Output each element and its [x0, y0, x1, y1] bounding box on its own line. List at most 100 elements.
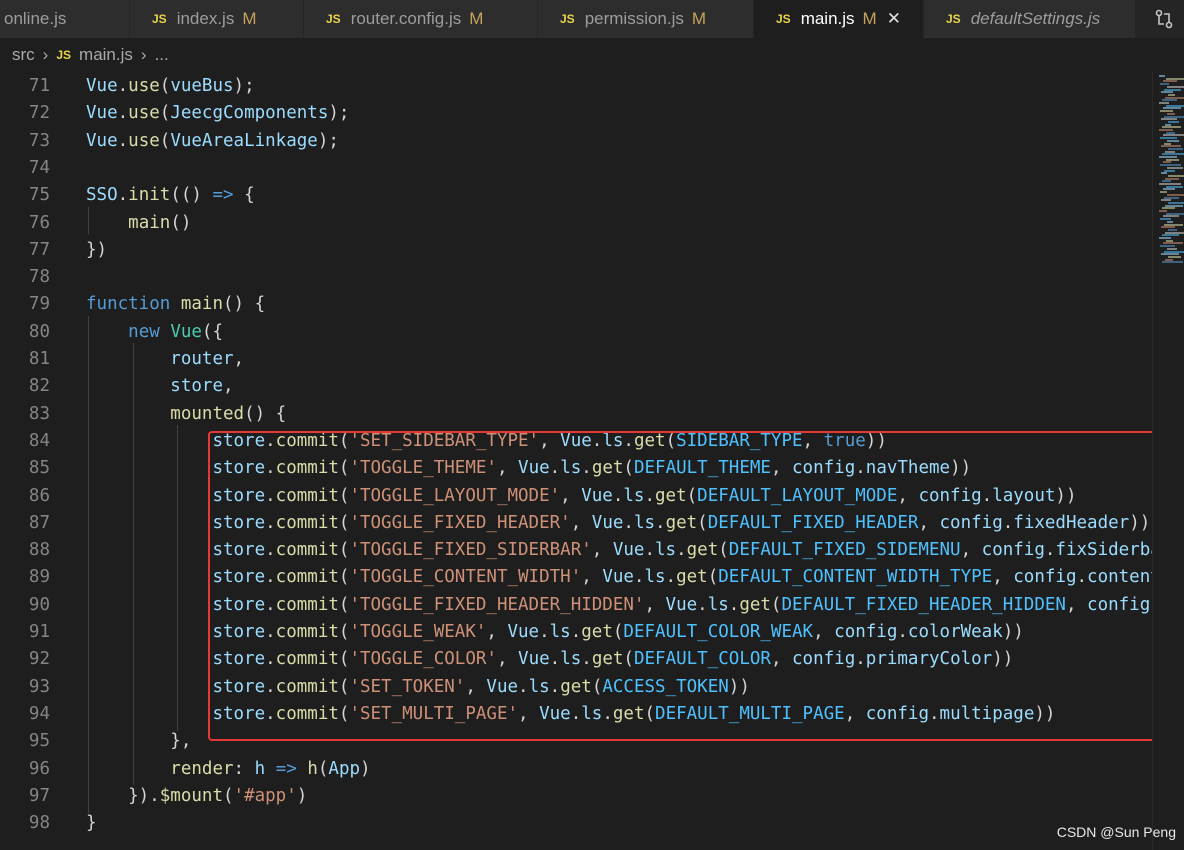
code-token: Vue	[86, 103, 118, 124]
code-token: =>	[275, 758, 297, 779]
minimap-line	[1164, 88, 1181, 91]
minimap-line	[1165, 150, 1175, 153]
line-number: 98	[28, 813, 50, 834]
modified-indicator: M	[469, 9, 484, 28]
code-token: (()	[170, 185, 213, 206]
minimap-line	[1164, 142, 1171, 145]
code-token: () {	[223, 294, 266, 315]
line-number: 85	[28, 458, 50, 479]
tab-main-js[interactable]: JS main.js M ✕	[754, 0, 924, 38]
minimap-line	[1168, 147, 1183, 150]
code-token: (	[222, 785, 234, 806]
code-line: 74	[0, 155, 1152, 182]
code-token: },	[86, 731, 192, 752]
code-text: main()	[86, 210, 191, 237]
minimap-line	[1159, 183, 1181, 185]
minimap-line	[1168, 174, 1184, 177]
code-token: use	[128, 103, 160, 124]
line-number: 87	[28, 512, 50, 533]
tab-permission-js[interactable]: JS permission.js M	[538, 0, 754, 38]
code-token: main	[128, 212, 171, 233]
code-token: .	[117, 76, 129, 96]
modified-indicator: M	[862, 9, 877, 28]
tab-label: index.js	[176, 9, 235, 28]
minimap-line	[1161, 172, 1167, 175]
minimap-line	[1167, 166, 1183, 169]
code-line: 82 store,	[0, 373, 1152, 400]
code-token: )	[360, 758, 371, 779]
tab-router-config-js[interactable]: JS router.config.js M	[304, 0, 538, 38]
code-token: '#app'	[233, 785, 297, 806]
code-token: .	[117, 103, 129, 124]
code-line: 71 Vue.use(vueBus);	[0, 73, 1152, 100]
line-number: 78	[28, 267, 50, 288]
breadcrumb-file[interactable]: main.js	[79, 45, 133, 65]
line-number: 75	[28, 185, 50, 206]
code-token: main	[180, 294, 223, 315]
code-text: store,	[86, 373, 233, 400]
breadcrumb-more[interactable]: ...	[155, 45, 169, 65]
tab-online-js[interactable]: online.js	[0, 0, 130, 38]
js-file-icon: JS	[776, 12, 791, 26]
line-number: 86	[28, 485, 50, 506]
minimap-line	[1168, 201, 1184, 204]
js-file-icon: JS	[560, 12, 575, 26]
minimap[interactable]	[1152, 71, 1184, 850]
code-line: 96 render: h => h(App)	[0, 756, 1152, 783]
tab-defaultSettings-js[interactable]: JS defaultSettings.js	[924, 0, 1136, 38]
code-token: App	[328, 758, 361, 779]
close-icon[interactable]: ✕	[887, 9, 901, 29]
code-text: Vue.use(JeecgComponents);	[86, 100, 349, 127]
code-token: {	[233, 185, 255, 206]
minimap-line	[1159, 156, 1177, 158]
code-text: Vue.use(vueBus);	[86, 73, 255, 100]
minimap-line	[1161, 199, 1171, 202]
minimap-line	[1160, 164, 1181, 167]
line-number: 74	[28, 157, 50, 178]
line-number: 97	[28, 785, 50, 806]
modified-indicator: M	[242, 9, 257, 28]
minimap-line	[1164, 223, 1183, 226]
code-token: }).	[86, 785, 160, 806]
code-token: );	[317, 130, 339, 151]
minimap-line	[1167, 85, 1184, 88]
minimap-line	[1166, 185, 1183, 188]
line-number: 93	[28, 676, 50, 697]
line-number: 91	[28, 622, 50, 642]
minimap-line	[1162, 126, 1181, 129]
code-token: ,	[233, 349, 245, 369]
minimap-line	[1160, 110, 1173, 113]
code-line: 98}	[0, 810, 1152, 837]
code-token: ({	[201, 321, 223, 342]
minimap-line	[1163, 188, 1175, 191]
minimap-line	[1162, 207, 1175, 210]
minimap-line	[1165, 258, 1173, 261]
code-text: Vue.use(VueAreaLinkage);	[86, 128, 339, 155]
code-token: (	[317, 758, 329, 779]
minimap-line	[1165, 231, 1184, 234]
code-token: }	[86, 813, 97, 834]
code-text: new Vue({	[86, 319, 223, 346]
line-number: 90	[28, 594, 50, 615]
minimap-line	[1161, 226, 1175, 229]
minimap-line	[1162, 180, 1171, 183]
minimap-line	[1162, 234, 1179, 237]
tab-index-js[interactable]: JS index.js M	[130, 0, 304, 38]
tab-label: main.js	[800, 9, 855, 28]
breadcrumb-folder[interactable]: src	[12, 45, 35, 65]
code-token: JeecgComponents	[170, 103, 329, 124]
minimap-line	[1159, 102, 1169, 104]
code-token: SSO	[86, 185, 118, 206]
minimap-line	[1166, 212, 1184, 215]
js-file-icon: JS	[56, 47, 72, 62]
minimap-line	[1164, 250, 1184, 253]
source-control-compare-button[interactable]	[1144, 0, 1184, 38]
code-token: new	[128, 321, 160, 342]
